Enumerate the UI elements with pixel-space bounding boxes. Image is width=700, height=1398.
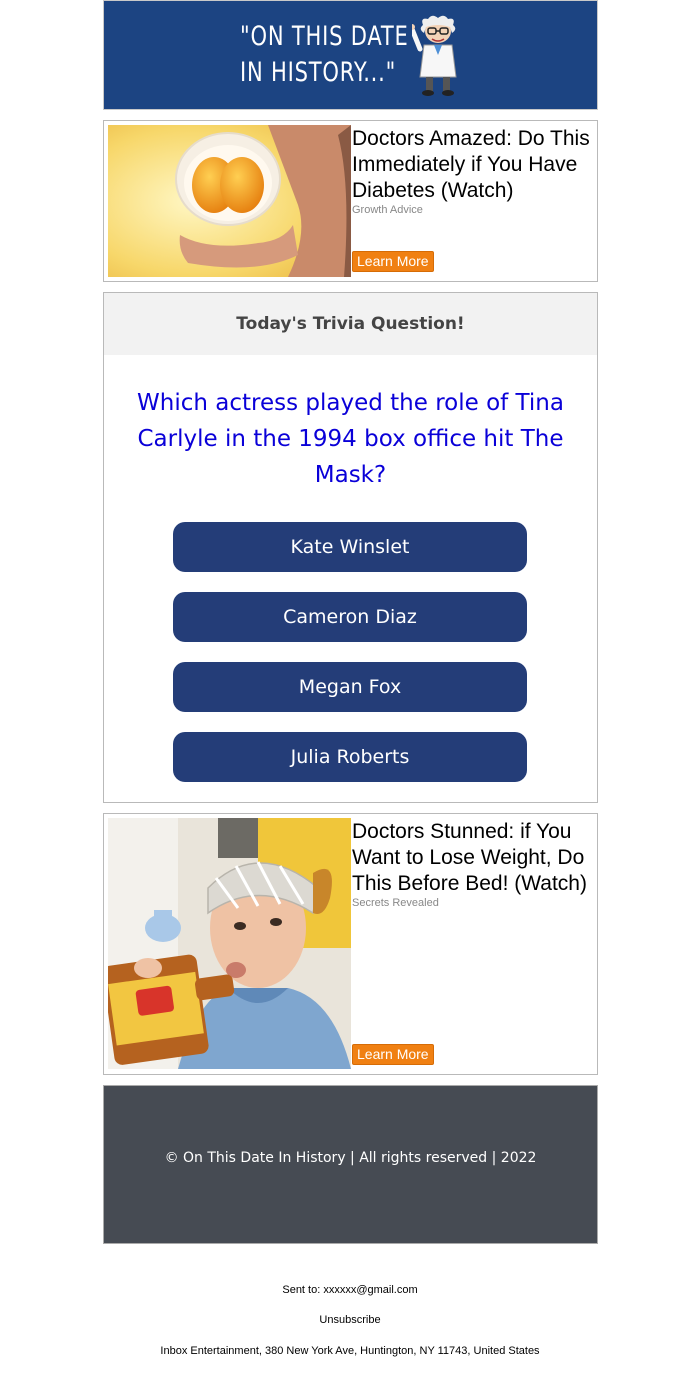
copyright-text: © On This Date In History | All rights r… — [164, 1150, 537, 1166]
ad-text-block: Doctors Stunned: if You Want to Lose Wei… — [352, 819, 595, 910]
footer-bar: © On This Date In History | All rights r… — [103, 1085, 598, 1244]
sponsored-ad-weight-loss[interactable]: Doctors Stunned: if You Want to Lose Wei… — [103, 813, 598, 1075]
ad-text-block: Doctors Amazed: Do This Immediately if Y… — [352, 126, 595, 217]
answer-button-3[interactable]: Megan Fox — [173, 662, 527, 712]
learn-more-button[interactable]: Learn More — [352, 251, 434, 272]
sent-to-text: Sent to: xxxxxx@gmail.com — [282, 1284, 418, 1296]
mailing-address: Inbox Entertainment, 380 New York Ave, H… — [160, 1345, 540, 1357]
learn-more-button[interactable]: Learn More — [352, 1044, 434, 1065]
logo-text: "ON THIS DATE IN HISTORY..." — [240, 21, 409, 88]
answer-button-2[interactable]: Cameron Diaz — [173, 592, 527, 642]
trivia-question: Which actress played the role of Tina Ca… — [137, 390, 564, 488]
ad-headline[interactable]: Doctors Stunned: if You Want to Lose Wei… — [352, 819, 595, 897]
professor-mascot-icon — [412, 15, 457, 96]
answer-button-1[interactable]: Kate Winslet — [173, 522, 527, 572]
ad-headline[interactable]: Doctors Amazed: Do This Immediately if Y… — [352, 126, 595, 204]
answer-button-4[interactable]: Julia Roberts — [173, 732, 527, 782]
unsubscribe-link[interactable]: Unsubscribe — [0, 1314, 700, 1326]
ad-source: Growth Advice — [352, 204, 423, 216]
trivia-card: Today's Trivia Question! Which actress p… — [103, 292, 598, 803]
trivia-heading: Today's Trivia Question! — [104, 293, 597, 355]
header-banner[interactable]: "ON THIS DATE IN HISTORY..." — [103, 0, 598, 110]
ad-image-double-yolk-egg[interactable] — [108, 125, 351, 277]
ad-image-woman-drinking-vinegar[interactable] — [108, 818, 351, 1069]
ad-source: Secrets Revealed — [352, 897, 439, 909]
sponsored-ad-diabetes[interactable]: Doctors Amazed: Do This Immediately if Y… — [103, 120, 598, 282]
